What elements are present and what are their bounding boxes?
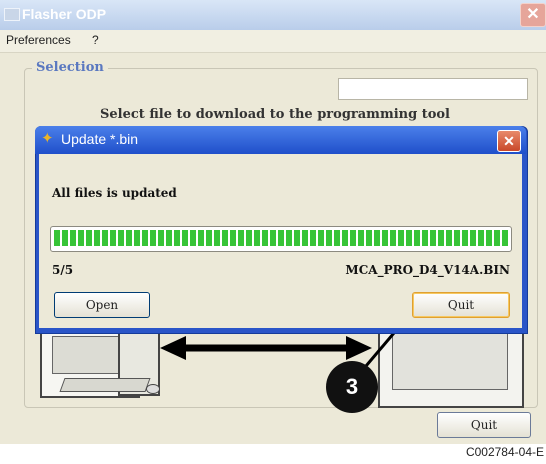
dialog-close-icon[interactable]: ✕ [497, 130, 521, 152]
progress-fill [54, 230, 508, 246]
callout-badge: 3 [326, 361, 378, 413]
open-button[interactable]: Open [54, 292, 150, 318]
figure-caption: C002784-04-E [465, 445, 544, 459]
dialog-icon: ✦ [41, 130, 54, 147]
progress-bar [50, 226, 512, 252]
file-count: 5/5 [52, 263, 74, 277]
dialog-status-text: All files is updated [52, 186, 177, 200]
dialog-title: Update *.bin [61, 131, 139, 147]
main-quit-button[interactable]: Quit [437, 412, 531, 438]
arrow-double-icon [160, 336, 372, 360]
dialog-quit-button[interactable]: Quit [412, 292, 510, 318]
current-filename: MCA_PRO_D4_V14A.BIN [345, 263, 510, 277]
